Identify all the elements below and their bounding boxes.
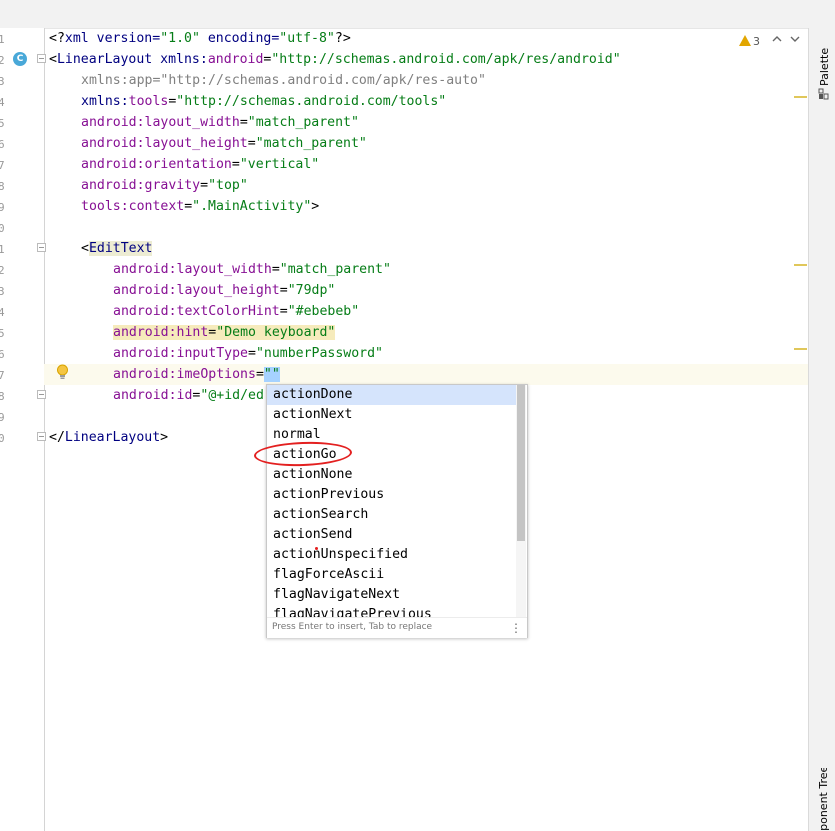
lightbulb-icon[interactable] [56,364,69,380]
fold-marker-icon[interactable] [37,390,46,399]
line-number-gutter[interactable]: 1 2 3 4 5 6 7 8 9 0 1 2 3 4 5 6 7 8 9 0 [0,28,45,831]
code-line-17[interactable]: android:imeOptions="" [113,364,280,385]
completion-item[interactable]: flagNavigateNext [267,585,516,605]
code-line-8[interactable]: android:gravity="top" [81,175,248,196]
class-gutter-icon[interactable]: C [13,52,27,66]
next-highlight-icon[interactable] [790,33,800,47]
line-number: 1 [0,33,5,46]
line-number: 3 [0,75,5,88]
component-tree-tab-label: Component Tree [817,768,830,831]
component-tree-tab[interactable]: Component Tree [809,768,835,831]
right-tool-window-bar: Palette Component Tree [808,28,835,831]
autocomplete-list[interactable]: actionDone actionNext normal actionGo ac… [267,385,516,617]
autocomplete-hint: Press Enter to insert, Tab to replace [272,622,433,632]
editor-tab-bar [0,0,835,29]
palette-tab[interactable]: Palette [809,38,835,100]
line-number: 7 [0,369,5,382]
completion-item[interactable]: flagNavigatePrevious [267,605,516,617]
more-options-icon[interactable]: ⋮ [510,621,522,635]
completion-item[interactable]: actionNext [267,405,516,425]
autocomplete-popup[interactable]: actionDone actionNext normal actionGo ac… [266,384,528,638]
warnings-indicator[interactable]: 3 [739,34,760,48]
scrollbar-thumb[interactable] [517,385,525,541]
line-number: 6 [0,138,5,151]
line-number: 4 [0,96,5,109]
line-number: 0 [0,222,5,235]
code-line-1[interactable]: <?xml version="1.0" encoding="utf-8"?> [49,28,351,49]
code-line-12[interactable]: android:layout_width="match_parent" [113,259,391,280]
palette-icon [818,88,829,100]
code-line-13[interactable]: android:layout_height="79dp" [113,280,335,301]
previous-highlight-icon[interactable] [772,33,782,47]
code-line-7[interactable]: android:orientation="vertical" [81,154,319,175]
code-line-6[interactable]: android:layout_height="match_parent" [81,133,367,154]
autocomplete-footer: Press Enter to insert, Tab to replace ⋮ [267,617,527,638]
line-number: 0 [0,432,5,445]
line-number: 9 [0,411,5,424]
completion-item[interactable]: actionPrevious [267,485,516,505]
code-line-18[interactable]: android:id="@+id/ed [113,385,264,406]
code-line-15[interactable]: android:hint="Demo keyboard" [113,322,336,343]
palette-tab-label: Palette [818,47,831,86]
warning-count: 3 [753,35,760,48]
line-number: 4 [0,306,5,319]
line-number: 2 [0,264,5,277]
completion-item[interactable]: actionNone [267,465,516,485]
code-line-14[interactable]: android:textColorHint="#ebebeb" [113,301,359,322]
line-number: 3 [0,285,5,298]
code-line-9[interactable]: tools:context=".MainActivity"> [81,196,319,217]
code-line-2[interactable]: <LinearLayout xmlns:android="http://sche… [49,49,621,70]
code-line-5[interactable]: android:layout_width="match_parent" [81,112,359,133]
line-number: 2 [0,54,5,67]
line-number: 8 [0,180,5,193]
code-line-4[interactable]: xmlns:tools="http://schemas.android.com/… [81,91,446,112]
warning-stripe-marker[interactable] [794,264,807,266]
autocomplete-scrollbar[interactable] [516,385,526,617]
warning-stripe-marker[interactable] [794,348,807,350]
fold-marker-icon[interactable] [37,54,46,63]
annotation-dot [315,547,318,550]
line-number: 9 [0,201,5,214]
completion-item[interactable]: actionUnspecified [267,545,516,565]
completion-item-selected[interactable]: actionDone [267,385,516,405]
code-line-20[interactable]: </LinearLayout> [49,427,168,448]
line-number: 8 [0,390,5,403]
fold-marker-icon[interactable] [37,243,46,252]
code-line-16[interactable]: android:inputType="numberPassword" [113,343,383,364]
code-line-3[interactable]: xmlns:app="http://schemas.android.com/ap… [81,70,486,91]
fold-marker-icon[interactable] [37,432,46,441]
completion-item[interactable]: actionSearch [267,505,516,525]
line-number: 1 [0,243,5,256]
completion-item[interactable]: actionSend [267,525,516,545]
line-number: 5 [0,327,5,340]
code-line-11[interactable]: <EditText [81,238,153,259]
warning-stripe-marker[interactable] [794,96,807,98]
line-number: 5 [0,117,5,130]
line-number: 6 [0,348,5,361]
line-number: 7 [0,159,5,172]
completion-item[interactable]: flagForceAscii [267,565,516,585]
warning-icon [739,35,751,46]
